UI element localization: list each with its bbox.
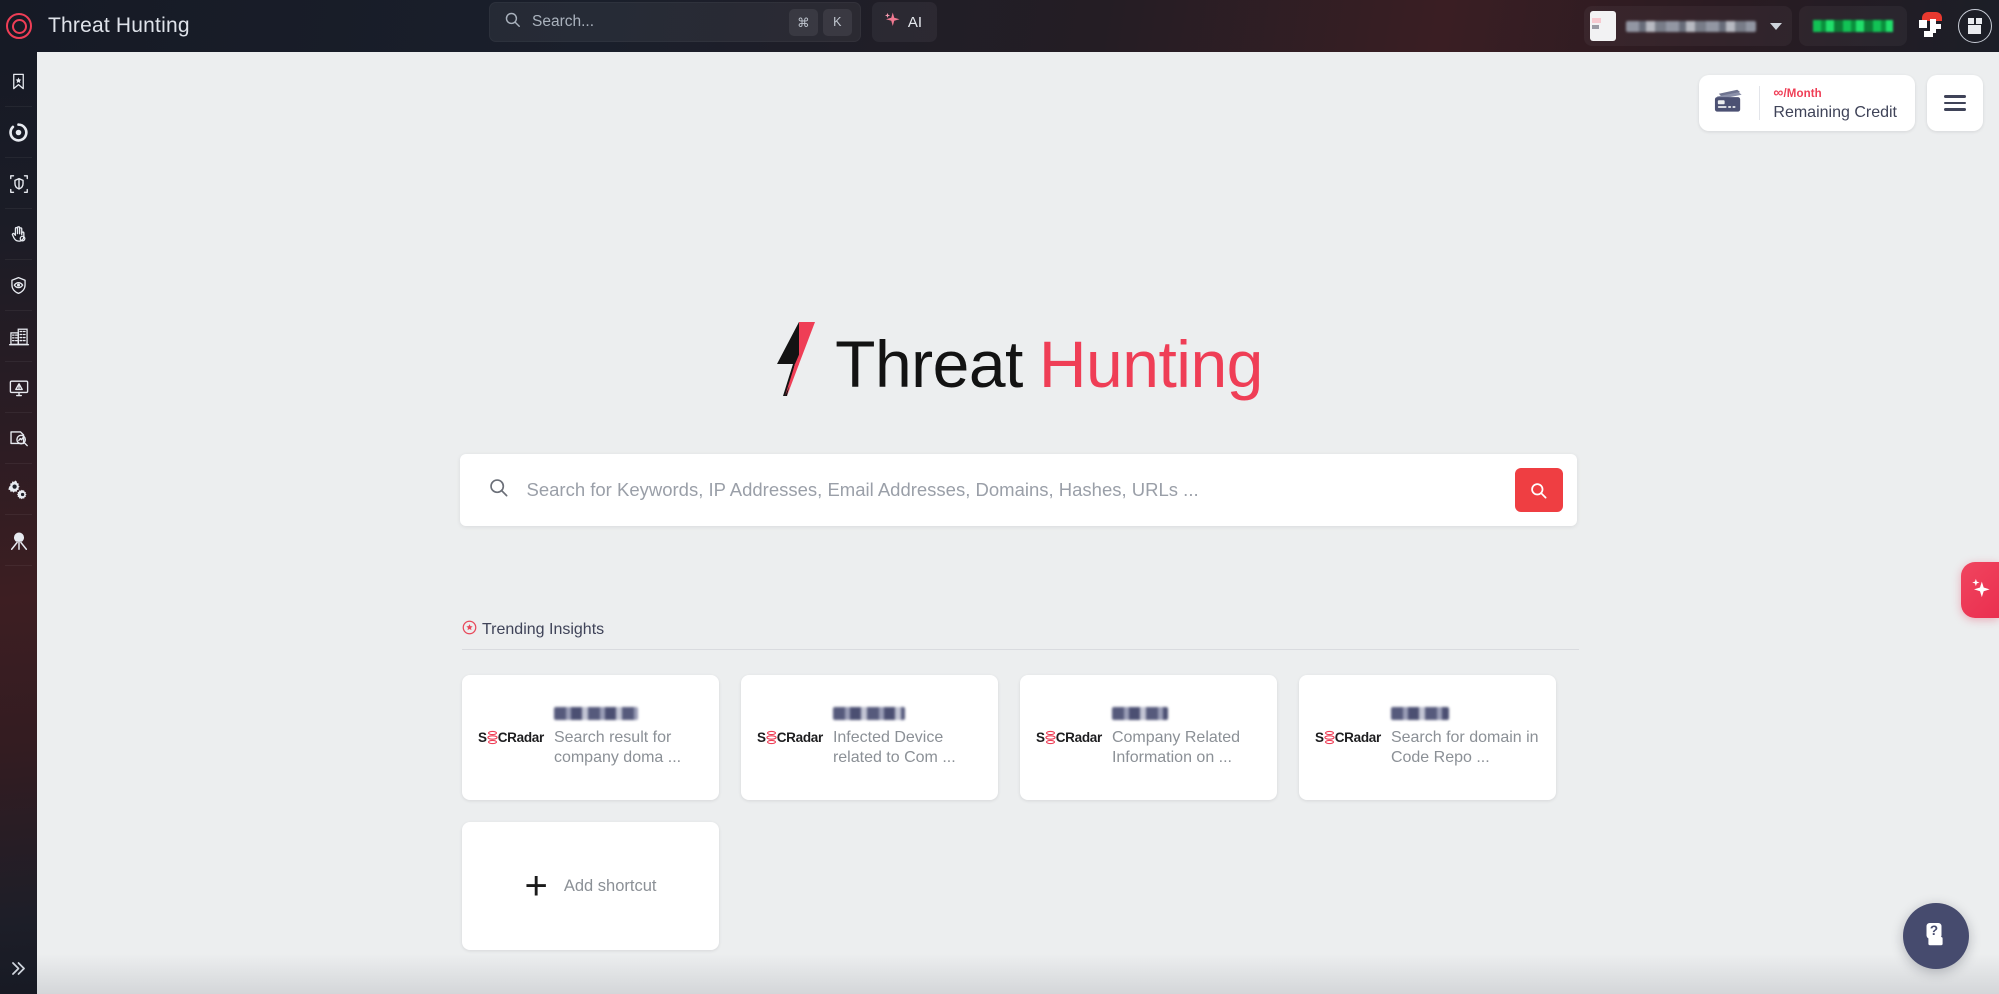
bookmark-star-icon [9, 72, 28, 91]
notification-icon[interactable] [1914, 8, 1950, 44]
credit-widget-row: ∞/Month Remaining Credit [1699, 75, 1983, 131]
page-title: Threat Hunting [48, 14, 190, 37]
sidebar-item-attack-surface[interactable] [0, 107, 37, 158]
main-content: ∞/Month Remaining Credit Threat Hunting … [37, 52, 1999, 994]
plus-icon: + [524, 864, 548, 908]
svg-text:?: ? [1930, 923, 1938, 938]
global-search-input[interactable]: Search... ⌘ K [489, 2, 861, 42]
remaining-credit-card[interactable]: ∞/Month Remaining Credit [1699, 75, 1915, 131]
card-title-redacted [553, 707, 638, 721]
hero-title-part1: Threat [835, 327, 1023, 401]
trending-insights-label: Trending Insights [482, 621, 605, 638]
credit-amount-row: ∞/Month [1773, 84, 1821, 100]
card-description: Company Related Information on ... [1111, 729, 1241, 766]
sidebar-item-supply-chain[interactable] [0, 311, 37, 362]
card-description: Search result for company doma ... [553, 729, 682, 766]
threat-hunting-icon [8, 530, 30, 552]
socradar-ring-logo[interactable] [0, 0, 38, 52]
ai-sparkle-icon [1969, 577, 1991, 604]
sidebar-item-threat-hunting[interactable] [0, 515, 37, 566]
card-description: Infected Device related to Com ... [832, 729, 956, 766]
socradar-logo: S CRadar [1315, 730, 1381, 745]
document-search-icon [8, 428, 30, 450]
list-item[interactable]: S CRadar Infected Device related to Com .… [741, 675, 998, 800]
credit-card-icon [1713, 88, 1746, 119]
global-search: Search... ⌘ K AI [489, 2, 937, 42]
chevron-down-icon [1770, 22, 1782, 30]
profile-avatar-icon[interactable] [1957, 8, 1993, 44]
avatar [1590, 11, 1616, 41]
socradar-logo: S CRadar [478, 730, 544, 745]
shield-scan-icon [8, 173, 30, 195]
sidebar-item-dark-web[interactable] [0, 260, 37, 311]
license-value-redacted [1813, 20, 1893, 32]
list-item[interactable]: S CRadar Search for domain in Code Repo .… [1299, 675, 1556, 800]
card-title-redacted [1111, 707, 1168, 721]
building-icon [8, 326, 30, 348]
hero-title: Threat Hunting [773, 322, 1263, 406]
sidebar-item-brand-protection[interactable] [0, 209, 37, 260]
sparkle-icon [883, 11, 901, 34]
threat-search-placeholder: Search for Keywords, IP Addresses, Email… [526, 479, 1199, 500]
divider [462, 649, 1579, 650]
trending-insights-header: Trending Insights [462, 620, 1579, 649]
hero-title-part2: Hunting [1038, 327, 1264, 401]
shield-eye-icon [8, 275, 29, 296]
user-menu[interactable] [1584, 6, 1792, 46]
card-title-redacted [1390, 707, 1449, 721]
list-item[interactable]: S CRadar Company Related Information on .… [1020, 675, 1277, 800]
ai-button-label: AI [907, 13, 922, 31]
sidebar-item-vulnerability[interactable] [0, 413, 37, 464]
list-item[interactable]: S CRadar Search result for company doma .… [462, 675, 719, 800]
sidebar-item-digital-risk[interactable] [0, 158, 37, 209]
add-shortcut-label: Add shortcut [563, 876, 657, 895]
credit-amount: ∞ [1773, 84, 1784, 100]
divider [1759, 86, 1761, 120]
sidebar-item-bookmarks[interactable] [0, 56, 37, 107]
threat-hunting-page: Threat Hunting Search... ⌘ K AI ∞/Month … [0, 0, 1999, 994]
license-status-chip[interactable] [1799, 6, 1907, 46]
help-question-icon: ? [1920, 918, 1952, 955]
credit-period: /Month [1783, 88, 1822, 100]
left-sidebar [0, 52, 37, 994]
search-submit-button[interactable] [1514, 468, 1563, 512]
socradar-logo: S CRadar [1036, 730, 1102, 745]
kbd-cmd: ⌘ [788, 8, 818, 36]
sidebar-expand-button[interactable] [0, 950, 37, 986]
search-icon [504, 11, 521, 33]
ai-assistant-tab[interactable] [1961, 562, 1999, 618]
card-description: Search for domain in Code Repo ... [1390, 729, 1539, 766]
hamburger-menu-icon[interactable] [1927, 75, 1983, 131]
monitor-alert-icon [8, 377, 30, 399]
credit-label: Remaining Credit [1773, 104, 1897, 121]
trending-star-icon [462, 620, 477, 640]
add-shortcut-button[interactable]: + Add shortcut [462, 822, 719, 950]
sidebar-item-threat-intelligence[interactable] [0, 362, 37, 413]
help-button[interactable]: ? [1903, 903, 1969, 969]
lightning-bolt-icon [773, 322, 819, 406]
topbar-right-actions [1584, 0, 1993, 52]
top-bar: Threat Hunting Search... ⌘ K AI [0, 0, 1999, 52]
search-icon [488, 477, 509, 503]
global-search-placeholder: Search... [532, 13, 595, 30]
shortcut-cards-grid: S CRadar Search result for company doma .… [462, 675, 1579, 950]
socradar-logo: S CRadar [757, 730, 823, 745]
ai-button[interactable]: AI [871, 2, 937, 42]
card-title-redacted [832, 707, 905, 721]
hand-icon [8, 224, 29, 245]
kbd-k: K [822, 8, 852, 36]
user-name-redacted [1626, 20, 1756, 32]
trending-insights-section: Trending Insights S CRadar Search result … [462, 620, 1579, 950]
attack-surface-icon [8, 122, 29, 143]
threat-search-box[interactable]: Search for Keywords, IP Addresses, Email… [459, 454, 1577, 526]
gears-icon [7, 479, 30, 501]
sidebar-item-integrations[interactable] [0, 464, 37, 515]
